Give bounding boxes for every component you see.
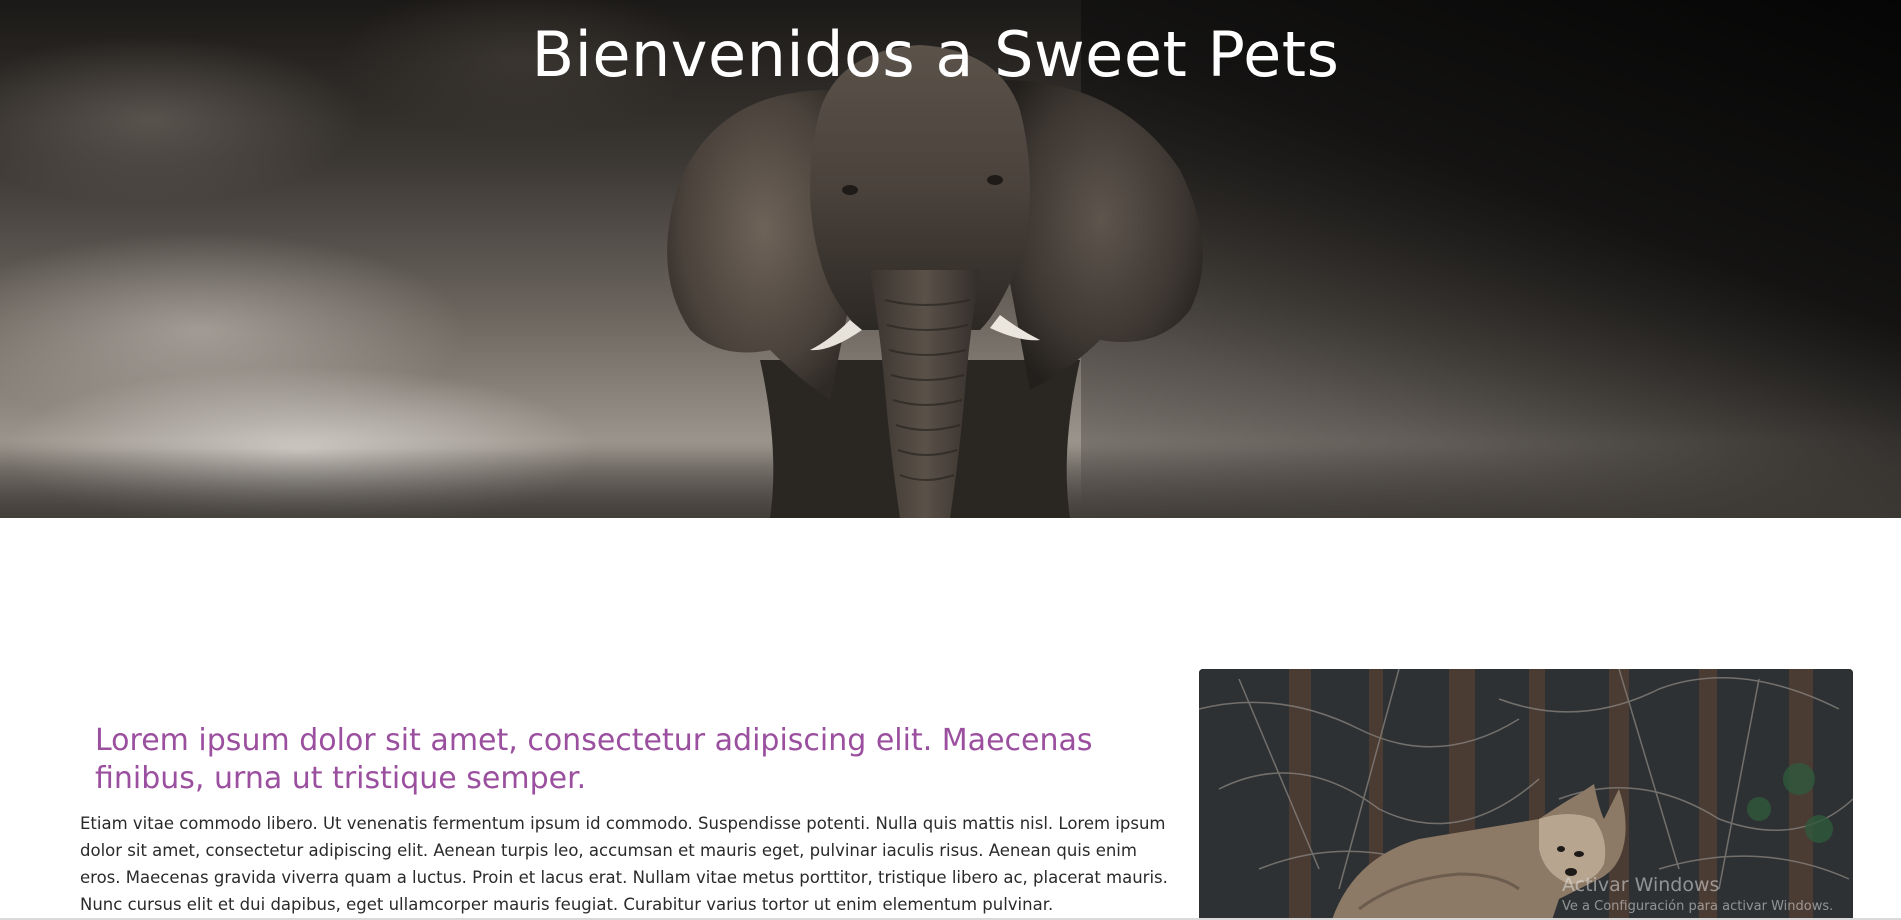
page: Bienvenidos a Sweet Pets Lorem ipsum dol… xyxy=(0,0,1901,920)
windows-activation-watermark: Activar Windows Ve a Configuración para … xyxy=(1562,874,1833,916)
hero-banner: Bienvenidos a Sweet Pets xyxy=(0,0,1901,518)
watermark-subtitle: Ve a Configuración para activar Windows. xyxy=(1562,899,1834,914)
watermark-title: Activar Windows xyxy=(1562,874,1720,896)
article-body: Etiam vitae commodo libero. Ut venenatis… xyxy=(80,814,1168,914)
article-heading: Lorem ipsum dolor sit amet, consectetur … xyxy=(95,723,1093,796)
main-content: Lorem ipsum dolor sit amet, consectetur … xyxy=(0,518,1901,920)
elephant-image xyxy=(667,45,1203,518)
hero-title: Bienvenidos a Sweet Pets xyxy=(531,18,1340,91)
